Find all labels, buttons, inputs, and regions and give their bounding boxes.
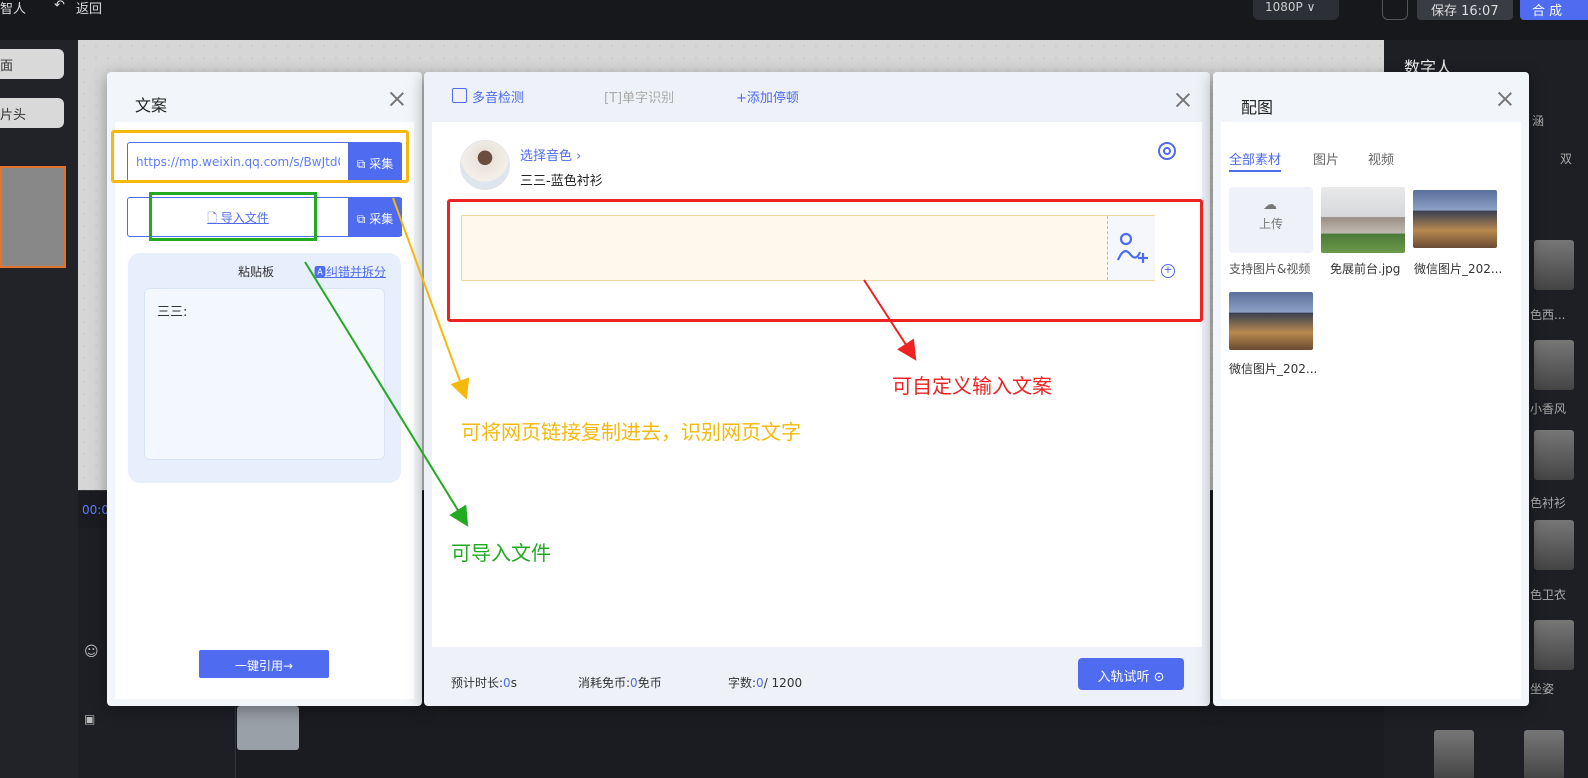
arrow-yellow	[392, 197, 470, 400]
arrow-red	[863, 279, 917, 361]
annotation-url-tip: 可将网页链接复制进去，识别网页文字	[461, 420, 801, 444]
annotation-import-tip: 可导入文件	[451, 541, 551, 565]
arrow-green	[304, 261, 469, 527]
annotation-text-input-tip: 可自定义输入文案	[892, 374, 1052, 398]
annotation-arrows	[304, 197, 917, 527]
